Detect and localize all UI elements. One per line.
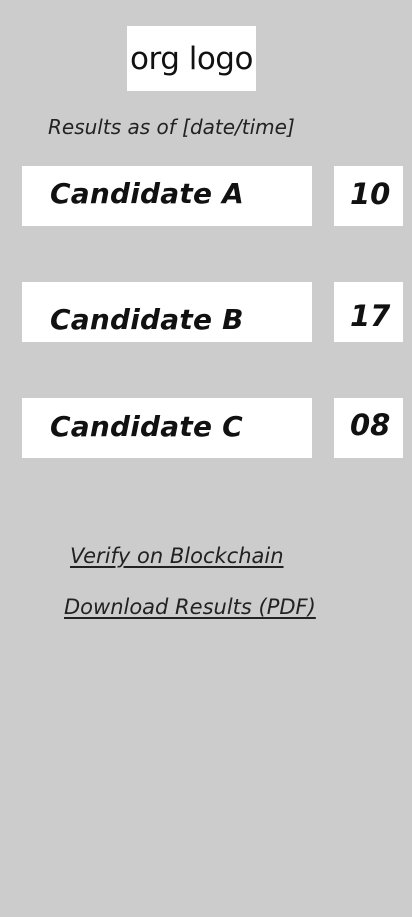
candidate-c-votes: 08 [350, 408, 391, 442]
candidate-b-votes-card: 17 [334, 282, 403, 342]
candidate-a-card: Candidate A [22, 166, 312, 226]
verify-blockchain-link[interactable]: Verify on Blockchain [70, 544, 284, 568]
candidate-c-card: Candidate C [22, 398, 312, 458]
results-timestamp: Results as of [date/time] [48, 115, 295, 139]
candidate-c-votes-card: 08 [334, 398, 403, 458]
candidate-b-name: Candidate B [50, 303, 244, 336]
candidate-b-votes: 17 [350, 299, 391, 333]
candidate-b-card: Candidate B [22, 282, 312, 342]
org-logo: org logo [127, 26, 256, 91]
candidate-a-name: Candidate A [50, 177, 244, 210]
candidate-a-votes: 10 [350, 177, 391, 211]
download-results-pdf-link[interactable]: Download Results (PDF) [64, 595, 316, 619]
candidate-c-name: Candidate C [50, 410, 243, 443]
candidate-a-votes-card: 10 [334, 166, 403, 226]
